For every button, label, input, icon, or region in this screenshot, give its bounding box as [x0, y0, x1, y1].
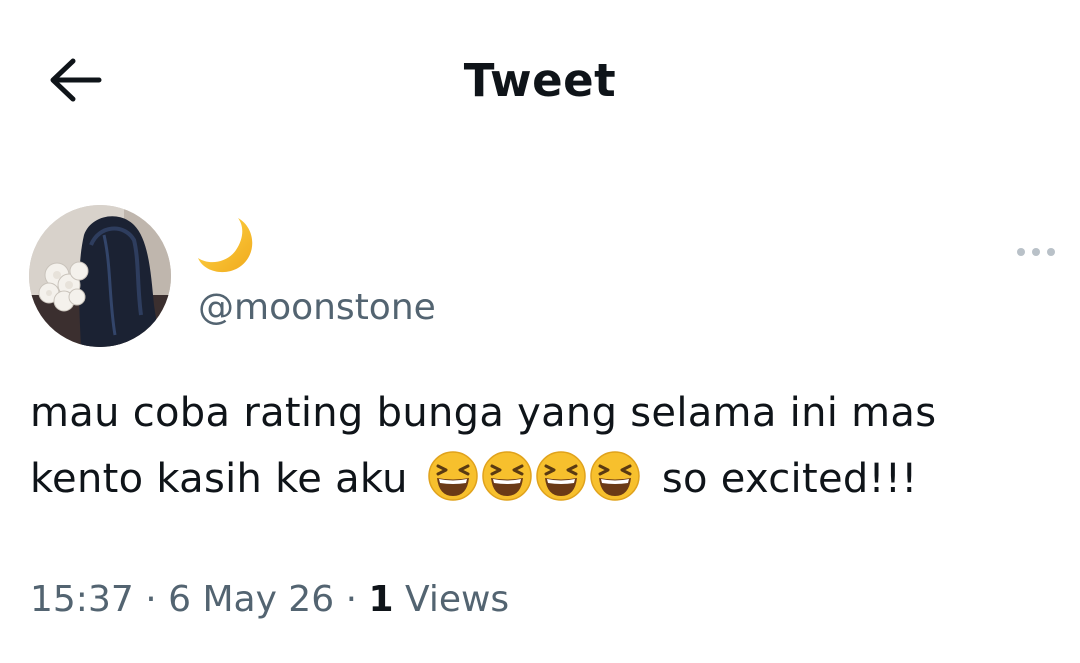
user-handle[interactable]: @moonstone	[198, 285, 436, 331]
views-label[interactable]: Views	[405, 579, 509, 620]
grinning-squinting-face-emoji	[428, 451, 478, 501]
tweet-text-line-2: kento kasih ke aku so excited!!!	[30, 446, 1060, 512]
views-count[interactable]: 1	[368, 579, 393, 620]
grinning-squinting-face-emoji	[590, 451, 640, 501]
tweet-time: 15:37	[30, 579, 134, 620]
more-options-button[interactable]	[1010, 236, 1062, 268]
grinning-squinting-face-emoji	[536, 451, 586, 501]
more-horizontal-icon	[1017, 248, 1055, 256]
tweet-text: mau coba rating bunga yang selama ini ma…	[30, 380, 1060, 512]
top-bar: Tweet	[0, 0, 1080, 165]
tweet-date: 6 May 26	[168, 579, 335, 620]
emoji-group	[427, 450, 641, 502]
meta-separator: ·	[133, 579, 169, 620]
display-name[interactable]	[194, 212, 260, 278]
crescent-moon-emoji	[198, 218, 253, 273]
tweet-text-line-2-prefix: kento kasih ke aku	[30, 456, 408, 502]
meta-separator: ·	[334, 579, 369, 620]
tweet-text-line-1: mau coba rating bunga yang selama ini ma…	[30, 390, 937, 436]
tweet-text-line-2-suffix: so excited!!!	[661, 456, 918, 502]
avatar[interactable]	[29, 205, 171, 347]
grinning-squinting-face-emoji	[482, 451, 532, 501]
avatar-photo	[29, 205, 171, 347]
page-title: Tweet	[463, 54, 617, 107]
tweet-meta: 15:37 · 6 May 26 · 1 Views	[30, 577, 509, 623]
